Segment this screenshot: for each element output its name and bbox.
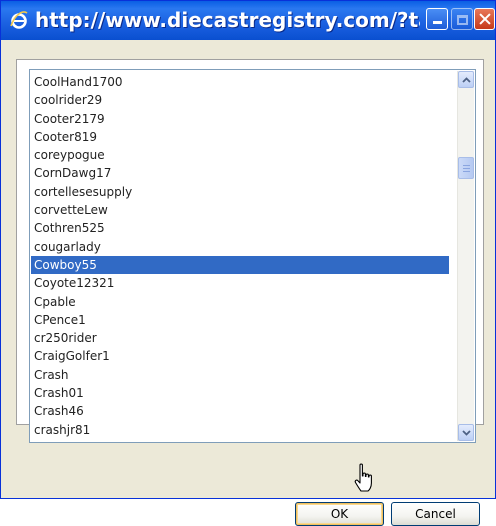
list-item[interactable]: Crash01 <box>31 384 449 402</box>
close-button[interactable] <box>474 8 495 30</box>
maximize-icon <box>456 15 468 25</box>
list-item[interactable]: Cpable <box>31 293 449 311</box>
user-listbox[interactable]: CoolHand1700 coolrider29 Cooter2179 Cooter8… <box>29 69 476 443</box>
list-item[interactable]: coolrider29 <box>31 91 449 109</box>
list-item-selected[interactable]: Cowboy55 <box>31 255 449 275</box>
vertical-scrollbar[interactable] <box>457 71 474 441</box>
window-title: http://www.diecastregistry.com/?targ... <box>35 8 420 32</box>
user-list: CoolHand1700 coolrider29 Cooter2179 Cooter8… <box>31 73 449 439</box>
close-icon <box>479 13 491 25</box>
list-item[interactable]: cougarlady <box>31 238 449 256</box>
grip-line <box>463 165 470 166</box>
grip-line <box>463 171 470 172</box>
chevron-down-icon <box>461 429 471 436</box>
list-item[interactable]: Cooter819 <box>31 128 449 146</box>
list-item[interactable]: Cothren525 <box>31 219 449 237</box>
list-item[interactable]: cortellesesupply <box>31 183 449 201</box>
minimize-icon <box>432 21 442 24</box>
scroll-down-button[interactable] <box>458 424 474 441</box>
dialog-window: http://www.diecastregistry.com/?targ... … <box>0 0 496 526</box>
list-item[interactable]: CraigGolfer1 <box>31 347 449 365</box>
dialog-body: CoolHand1700 coolrider29 Cooter2179 Cooter8… <box>4 41 492 526</box>
list-item[interactable]: cr250rider <box>31 329 449 347</box>
list-item[interactable]: corvetteLew <box>31 201 449 219</box>
list-item[interactable]: Crash <box>31 366 449 384</box>
list-item[interactable]: Coyote12321 <box>31 274 449 292</box>
list-item[interactable]: CoolHand1700 <box>31 73 449 91</box>
list-item[interactable]: coreypogue <box>31 146 449 164</box>
list-item[interactable]: CornDawg17 <box>31 164 449 182</box>
title-bar[interactable]: http://www.diecastregistry.com/?targ... <box>1 1 495 40</box>
list-item[interactable]: Cooter2179 <box>31 110 449 128</box>
scroll-up-button[interactable] <box>458 71 474 88</box>
list-item[interactable]: crashjr81 <box>31 421 449 439</box>
list-item[interactable]: Crash46 <box>31 402 449 420</box>
internet-explorer-icon <box>10 11 28 29</box>
chevron-up-icon <box>461 76 471 83</box>
grip-line <box>463 168 470 169</box>
list-item[interactable]: CPence1 <box>31 311 449 329</box>
hand-cursor-icon <box>354 463 372 492</box>
scroll-thumb[interactable] <box>458 157 474 179</box>
ok-button[interactable]: OK <box>295 502 384 526</box>
cancel-button[interactable]: Cancel <box>391 502 480 526</box>
minimize-button[interactable] <box>426 8 448 30</box>
maximize-button[interactable] <box>451 8 473 30</box>
